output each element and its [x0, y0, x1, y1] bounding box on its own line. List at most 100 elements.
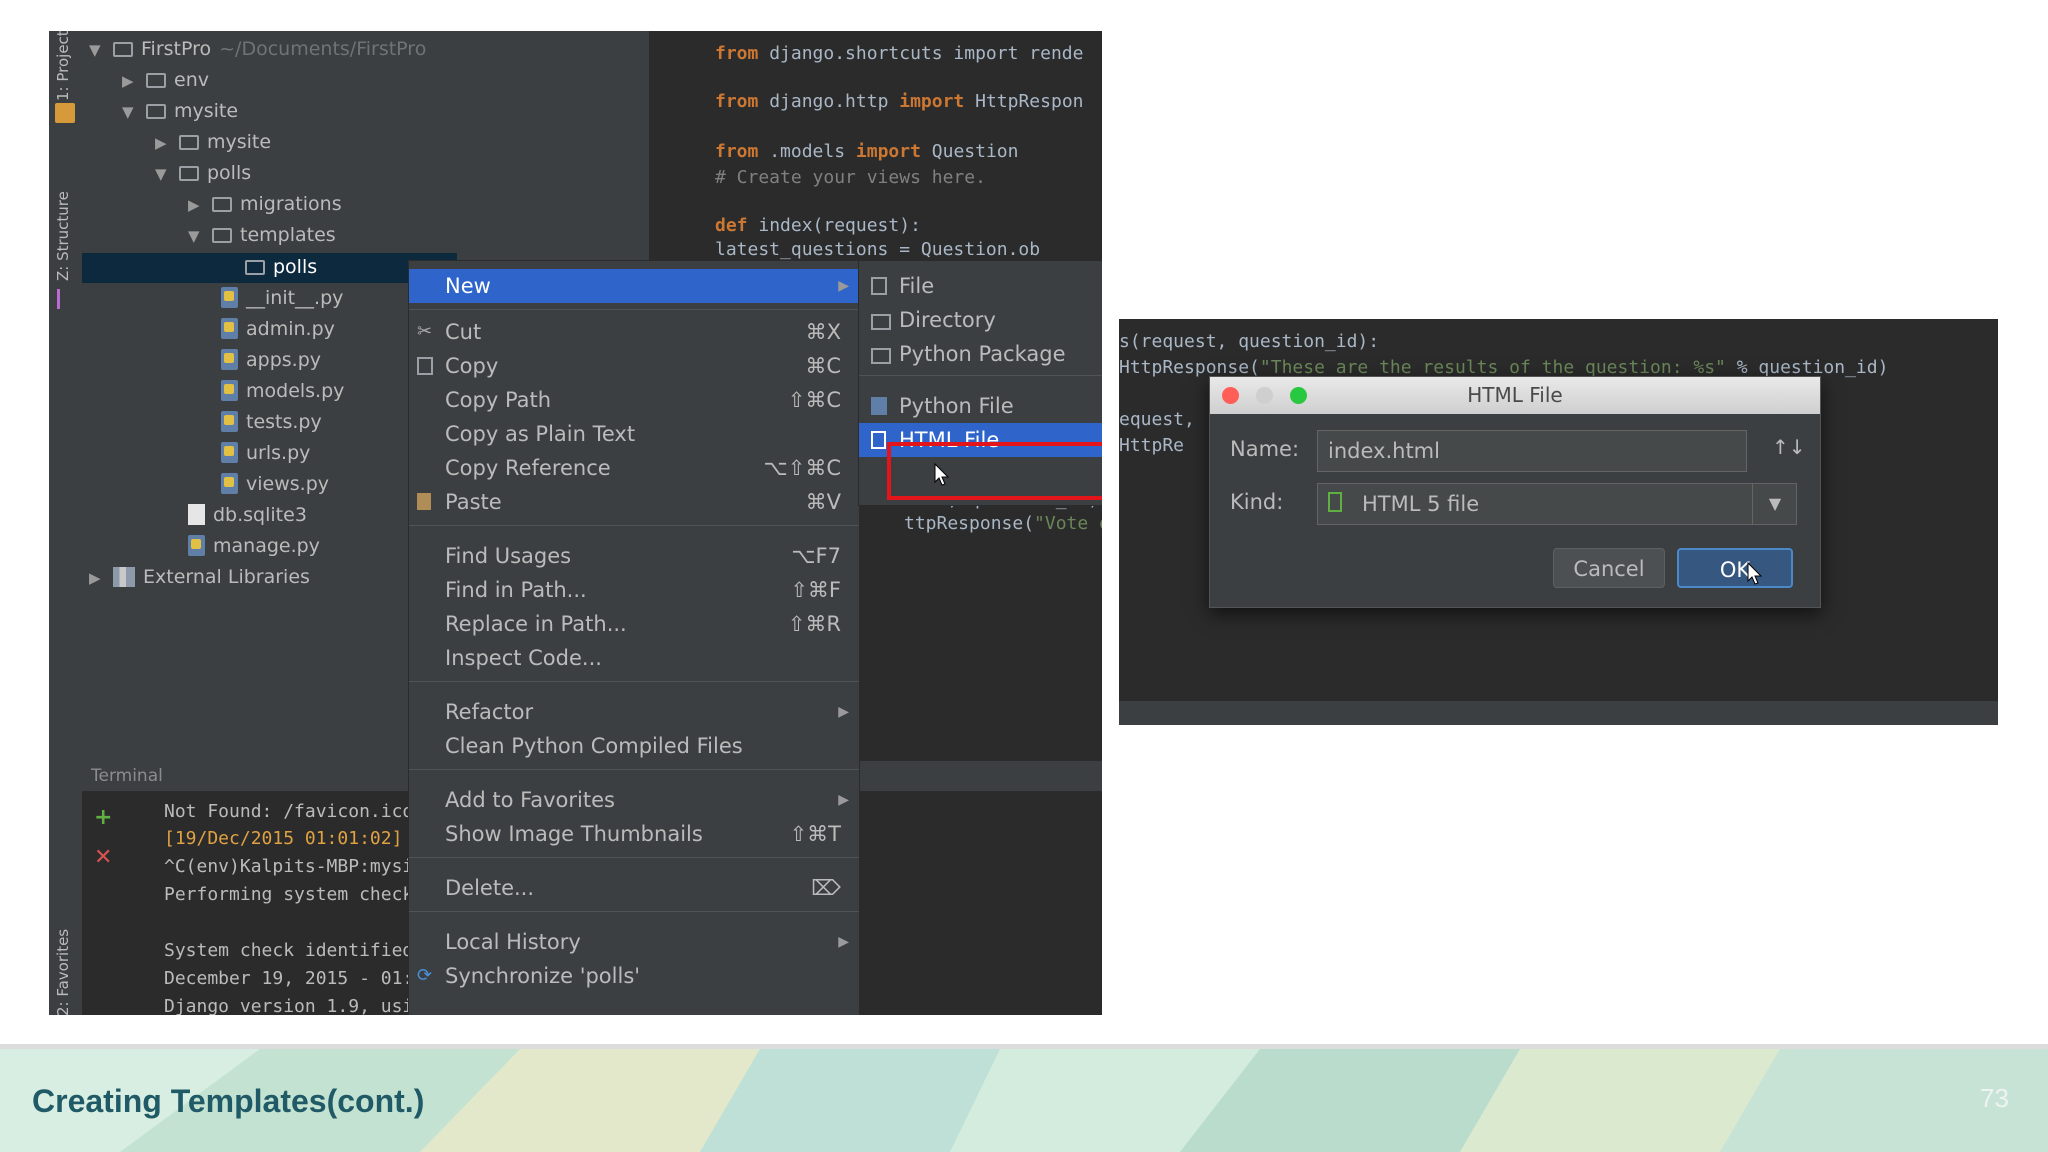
menu-item-find-in-path[interactable]: Find in Path... ⇧⌘F — [409, 573, 859, 607]
kind-select[interactable]: HTML 5 file — [1317, 483, 1797, 525]
python-file-icon — [221, 411, 238, 432]
tree-item-apps-py[interactable]: apps.py — [221, 345, 321, 375]
submenu-item-python-package[interactable]: Python Package — [859, 337, 1102, 371]
new-session-icon[interactable]: + — [94, 805, 112, 830]
terminal-line: Performing system checks — [164, 884, 425, 905]
menu-item-new[interactable]: New ▶ — [409, 269, 859, 303]
submenu-arrow-icon: ▶ — [838, 278, 849, 294]
mouse-cursor-icon — [934, 463, 950, 486]
menu-item-find-usages[interactable]: Find Usages ⌥F7 — [409, 539, 859, 573]
python-file-icon — [221, 473, 238, 494]
code-line: latest_questions = Question.ob — [715, 239, 1041, 260]
menu-item-delete[interactable]: Delete... ⌦ — [409, 871, 859, 905]
tree-item-views-py[interactable]: views.py — [221, 469, 329, 499]
folder-icon — [146, 73, 166, 88]
collapse-arrow-icon[interactable]: ▶ — [122, 66, 146, 96]
menu-item-show-thumbnails[interactable]: Show Image Thumbnails ⇧⌘T — [409, 817, 859, 851]
package-icon — [871, 348, 891, 364]
expand-arrow-icon[interactable]: ▼ — [89, 35, 113, 65]
page-number: 73 — [1980, 1083, 2009, 1113]
submenu-item-file[interactable]: File — [859, 269, 1102, 303]
folder-icon — [113, 42, 133, 57]
tree-root[interactable]: ▼ FirstPro ~/Documents/FirstPro — [89, 34, 426, 64]
tree-item-urls-py[interactable]: urls.py — [221, 438, 310, 468]
collapse-arrow-icon[interactable]: ▶ — [188, 190, 212, 220]
tree-item-mysite[interactable]: ▼ mysite — [122, 96, 238, 126]
mouse-cursor-icon — [1747, 562, 1763, 585]
terminal-line: December 19, 2015 - 01:1 — [164, 968, 425, 989]
minimize-window-button[interactable] — [1256, 387, 1273, 404]
tree-item-migrations[interactable]: ▶ migrations — [188, 189, 342, 219]
submenu-item-directory[interactable]: Directory — [859, 303, 1102, 337]
expand-arrow-icon[interactable]: ▼ — [122, 97, 146, 127]
close-session-icon[interactable]: ✕ — [94, 845, 112, 870]
collapse-arrow-icon[interactable]: ▶ — [155, 128, 179, 158]
terminal-line: Django version 1.9, usin — [164, 996, 425, 1015]
submenu-item-python-file[interactable]: Python File — [859, 389, 1102, 423]
code-line: equest, — [1119, 409, 1195, 430]
name-label: Name: — [1230, 437, 1300, 461]
ok-button[interactable]: OK — [1677, 548, 1793, 588]
python-file-icon — [221, 318, 238, 339]
menu-item-refactor[interactable]: Refactor ▶ — [409, 695, 859, 729]
tool-window-strip: 1: Project Z: Structure 2: Favorites — [49, 31, 83, 1015]
tree-item-polls[interactable]: ▼ polls — [155, 158, 251, 188]
copy-icon — [417, 357, 433, 375]
menu-item-add-to-favorites[interactable]: Add to Favorites ▶ — [409, 783, 859, 817]
submenu-arrow-icon: ▶ — [838, 934, 849, 950]
terminal-line: ^C(env)Kalpits-MBP:mysit — [164, 856, 425, 877]
tree-item-tests-py[interactable]: tests.py — [221, 407, 322, 437]
structure-tool-tab[interactable]: Z: Structure — [54, 191, 72, 281]
collapse-arrow-icon[interactable]: ▶ — [89, 563, 113, 593]
tree-item-models-py[interactable]: models.py — [221, 376, 344, 406]
name-input[interactable]: index.html — [1317, 430, 1747, 472]
tree-item-db-sqlite3[interactable]: db.sqlite3 — [188, 500, 307, 530]
ide-screenshot: 1: Project Z: Structure 2: Favorites ▼ Fi… — [49, 31, 1102, 1015]
cancel-button[interactable]: Cancel — [1553, 548, 1665, 588]
menu-item-copy-path[interactable]: Copy Path ⇧⌘C — [409, 383, 859, 417]
tree-item-manage-py[interactable]: manage.py — [188, 531, 320, 561]
expand-arrow-icon[interactable]: ▼ — [188, 221, 212, 251]
structure-icon — [57, 289, 76, 309]
menu-item-copy-reference[interactable]: Copy Reference ⌥⇧⌘C — [409, 451, 859, 485]
tree-item-init-py[interactable]: __init__.py — [221, 283, 343, 313]
close-window-button[interactable] — [1222, 387, 1239, 404]
context-menu: New ▶ ✂ Cut ⌘X Copy ⌘C Copy Path ⇧⌘C Copy as … — [408, 260, 860, 1015]
menu-item-cut[interactable]: ✂ Cut ⌘X — [409, 315, 859, 349]
tree-item-env[interactable]: ▶ env — [122, 65, 209, 95]
zoom-window-button[interactable] — [1290, 387, 1307, 404]
menu-item-paste[interactable]: Paste ⌘V — [409, 485, 859, 519]
folder-icon — [212, 197, 232, 212]
sync-icon: ⟳ — [417, 965, 433, 986]
tree-item-external-libraries[interactable]: ▶ External Libraries — [89, 562, 310, 592]
root-path: ~/Documents/FirstPro — [219, 38, 427, 60]
html-file-dialog: HTML File Name: index.html ↑↓ Kind: HTML… — [1209, 376, 1821, 608]
code-line: from django.http import HttpRespon — [715, 91, 1084, 112]
tree-item-admin-py[interactable]: admin.py — [221, 314, 335, 344]
python-file-icon — [221, 442, 238, 463]
code-comment: # Create your views here. — [715, 167, 986, 188]
tree-item-templates[interactable]: ▼ templates — [188, 220, 336, 250]
menu-item-synchronize[interactable]: ⟳ Synchronize 'polls' — [409, 959, 859, 993]
menu-item-inspect-code[interactable]: Inspect Code... — [409, 641, 859, 675]
menu-item-clean-compiled[interactable]: Clean Python Compiled Files — [409, 729, 859, 763]
dropdown-arrow-icon[interactable]: ▼ — [1752, 484, 1797, 524]
folder-icon — [871, 314, 891, 330]
menu-item-copy-plain-text[interactable]: Copy as Plain Text — [409, 417, 859, 451]
project-tool-tab[interactable]: 1: Project — [54, 31, 72, 101]
code-line: HttpResponse("These are the results of t… — [1119, 357, 1889, 378]
tree-item-mysite-inner[interactable]: ▶ mysite — [155, 127, 271, 157]
python-file-icon — [221, 380, 238, 401]
menu-item-local-history[interactable]: Local History ▶ — [409, 925, 859, 959]
status-bar — [1119, 701, 1998, 725]
sort-arrows-icon[interactable]: ↑↓ — [1772, 435, 1806, 459]
tree-item-polls-templates[interactable]: polls — [245, 252, 317, 282]
menu-item-replace-in-path[interactable]: Replace in Path... ⇧⌘R — [409, 607, 859, 641]
expand-arrow-icon[interactable]: ▼ — [155, 159, 179, 189]
favorites-tool-tab[interactable]: 2: Favorites — [54, 929, 72, 1015]
folder-icon — [179, 166, 199, 181]
python-file-icon — [871, 397, 887, 415]
code-line: s(request, question_id): — [1119, 331, 1380, 352]
code-line: HttpRe — [1119, 435, 1185, 456]
menu-item-copy[interactable]: Copy ⌘C — [409, 349, 859, 383]
